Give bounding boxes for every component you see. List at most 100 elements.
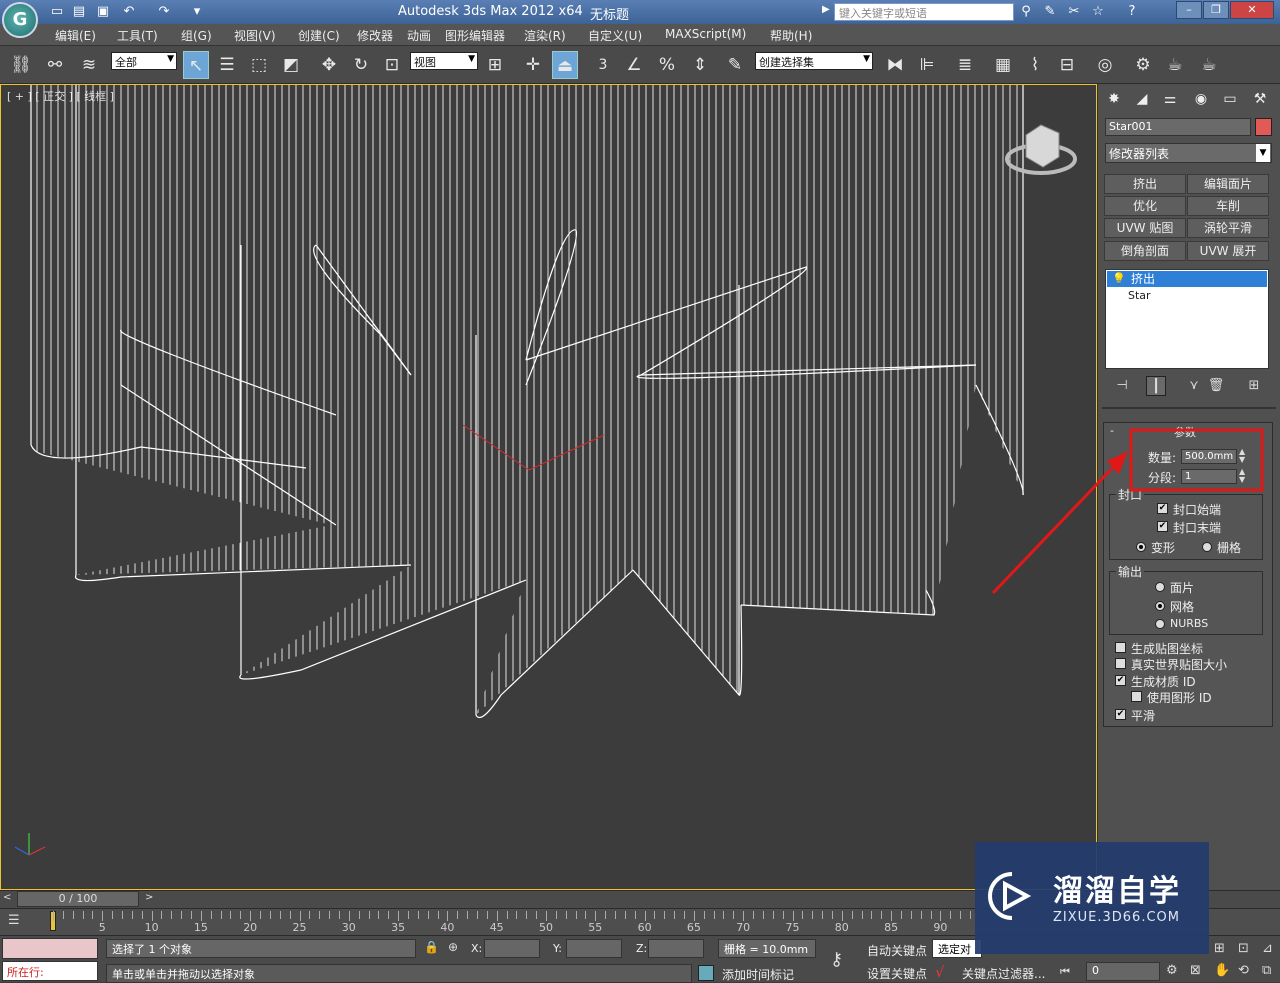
auto-key-button[interactable]: 自动关键点: [867, 942, 927, 959]
key-filters-button[interactable]: 关键点过滤器...: [962, 965, 1045, 982]
graphite-tools-icon[interactable]: ▦: [990, 51, 1016, 79]
zoom-extents-icon[interactable]: ⊞: [1214, 941, 1225, 956]
scale-icon[interactable]: ⊡: [379, 51, 405, 79]
key-icon[interactable]: ⚷: [830, 949, 843, 970]
time-config-icon[interactable]: ⚙: [1166, 963, 1178, 978]
open-file-icon[interactable]: ▤: [70, 3, 88, 21]
object-color-swatch[interactable]: [1255, 118, 1272, 136]
pan-icon[interactable]: ✋: [1214, 963, 1230, 978]
curve-editor-icon[interactable]: ⌇: [1022, 51, 1048, 79]
new-file-icon[interactable]: ▭: [48, 3, 66, 21]
favorites-star-icon[interactable]: ☆: [1088, 3, 1108, 21]
rotate-icon[interactable]: ↻: [348, 51, 374, 79]
keyboard-shortcut-override-icon[interactable]: ⏏: [552, 51, 578, 79]
spinner-snap-icon[interactable]: ⇕: [687, 51, 713, 79]
lock-selection-icon[interactable]: 🔒: [424, 940, 439, 954]
maxscript-listener[interactable]: [2, 938, 98, 959]
align-icon[interactable]: ⊫: [914, 51, 940, 79]
pin-stack-icon[interactable]: ⊣: [1112, 376, 1132, 396]
viewport-front[interactable]: [ + ] [ 正交 ] [ 线框 ]: [0, 84, 1097, 890]
angle-snap-icon[interactable]: ∠: [621, 51, 647, 79]
modifier-btn-unwrap-uvw[interactable]: UVW 展开: [1187, 241, 1269, 261]
motion-tab-icon[interactable]: ◉: [1189, 88, 1213, 110]
render-production-icon[interactable]: ☕: [1196, 51, 1222, 79]
object-name-field[interactable]: Star001: [1105, 118, 1251, 136]
modifier-btn-optimize[interactable]: 优化: [1104, 196, 1186, 216]
menu-edit[interactable]: 编辑(E): [55, 27, 96, 44]
undo-icon[interactable]: ↶: [120, 3, 138, 21]
menu-tools[interactable]: 工具(T): [117, 27, 158, 44]
configure-modifier-sets-icon[interactable]: ⊞: [1244, 376, 1264, 396]
gen-map-coords-checkbox[interactable]: [1115, 642, 1126, 653]
selection-filter-dropdown[interactable]: 全部: [111, 52, 177, 70]
stack-item-extrude[interactable]: 挤出: [1107, 271, 1267, 287]
minimize-button[interactable]: –: [1176, 1, 1202, 19]
field-of-view-icon[interactable]: ⊿: [1262, 941, 1273, 956]
z-coord-field[interactable]: [648, 939, 704, 958]
modifier-btn-extrude[interactable]: 挤出: [1104, 174, 1186, 194]
unlink-icon[interactable]: ⚯: [42, 51, 68, 79]
pivot-center-icon[interactable]: ⊞: [482, 51, 508, 79]
menu-animation[interactable]: 动画: [407, 27, 431, 44]
current-frame-field[interactable]: 0: [1086, 962, 1160, 981]
create-tab-icon[interactable]: ✸: [1102, 88, 1126, 110]
bind-space-warp-icon[interactable]: ≋: [76, 51, 102, 79]
layer-manager-icon[interactable]: ≣: [952, 51, 978, 79]
app-logo-button[interactable]: G: [2, 2, 38, 38]
gen-material-ids-checkbox[interactable]: ✔: [1115, 675, 1126, 686]
select-by-name-icon[interactable]: ☰: [214, 51, 240, 79]
menu-maxscript[interactable]: MAXScript(M): [665, 27, 746, 41]
schematic-view-icon[interactable]: ⊟: [1054, 51, 1080, 79]
edit-named-selection-icon[interactable]: ✎: [722, 51, 748, 79]
material-editor-icon[interactable]: ◎: [1092, 51, 1118, 79]
next-frame-icon[interactable]: >: [145, 892, 153, 903]
modifier-stack[interactable]: 挤出 💡 Star: [1105, 269, 1269, 369]
select-link-icon[interactable]: ⛓: [8, 51, 34, 79]
subscription-icon[interactable]: ✂: [1064, 3, 1084, 21]
utilities-tab-icon[interactable]: ⚒: [1248, 88, 1272, 110]
y-coord-field[interactable]: [566, 939, 622, 958]
snaps-toggle-icon[interactable]: 3: [590, 51, 616, 79]
percent-snap-icon[interactable]: %: [654, 51, 680, 79]
modifier-btn-lathe[interactable]: 车削: [1187, 196, 1269, 216]
binoculars-icon[interactable]: ⚲: [1016, 3, 1036, 21]
stack-item-star[interactable]: Star: [1128, 289, 1151, 302]
menu-group[interactable]: 组(G): [181, 27, 212, 44]
real-world-size-checkbox[interactable]: [1115, 658, 1126, 669]
transform-mode-icon[interactable]: ⊕: [448, 940, 458, 954]
modifier-btn-edit-patch[interactable]: 编辑面片: [1187, 174, 1269, 194]
nurbs-radio[interactable]: [1155, 619, 1165, 629]
smooth-checkbox[interactable]: ✔: [1115, 709, 1126, 720]
display-tab-icon[interactable]: ▭: [1218, 88, 1242, 110]
lightbulb-icon[interactable]: 💡: [1112, 272, 1126, 285]
remove-modifier-icon[interactable]: 🗑: [1206, 376, 1226, 396]
time-slider[interactable]: 0 / 100: [17, 891, 139, 907]
add-time-tag[interactable]: 添加时间标记: [722, 966, 794, 983]
close-button[interactable]: ✕: [1230, 1, 1274, 19]
menu-help[interactable]: 帮助(H): [770, 27, 812, 44]
zoom-all-icon[interactable]: ⊠: [1190, 963, 1201, 978]
rendered-frame-window-icon[interactable]: ☕: [1162, 51, 1188, 79]
reference-coordinate-dropdown[interactable]: 视图: [410, 52, 478, 70]
communication-icon[interactable]: ✎: [1040, 3, 1060, 21]
named-selection-sets-dropdown[interactable]: 创建选择集: [755, 52, 873, 70]
maximize-button[interactable]: ❐: [1203, 1, 1229, 19]
modifier-btn-turbosmooth[interactable]: 涡轮平滑: [1187, 218, 1269, 238]
maximize-viewport-icon[interactable]: ⧉: [1262, 963, 1271, 978]
redo-icon[interactable]: ↷: [155, 3, 173, 21]
zoom-region-icon[interactable]: ⊡: [1238, 941, 1249, 956]
prev-frame-icon[interactable]: <: [3, 892, 11, 903]
modifier-btn-uvw-map[interactable]: UVW 贴图: [1104, 218, 1186, 238]
render-setup-icon[interactable]: ⚙: [1130, 51, 1156, 79]
use-shape-ids-checkbox[interactable]: [1131, 691, 1142, 702]
hierarchy-tab-icon[interactable]: ⚌: [1158, 88, 1182, 110]
modify-tab-icon[interactable]: ◢: [1130, 88, 1154, 110]
set-key-button[interactable]: 设置关键点: [867, 965, 927, 982]
modifier-list-dropdown[interactable]: 修改器列表: [1105, 143, 1272, 163]
search-expand-icon[interactable]: ▶: [822, 4, 830, 15]
menu-modifiers[interactable]: 修改器: [357, 27, 393, 44]
menu-views[interactable]: 视图(V): [234, 27, 276, 44]
menu-customize[interactable]: 自定义(U): [588, 27, 642, 44]
menu-graph-editors[interactable]: 图形编辑器: [445, 27, 505, 44]
select-object-icon[interactable]: ↖: [183, 51, 209, 79]
